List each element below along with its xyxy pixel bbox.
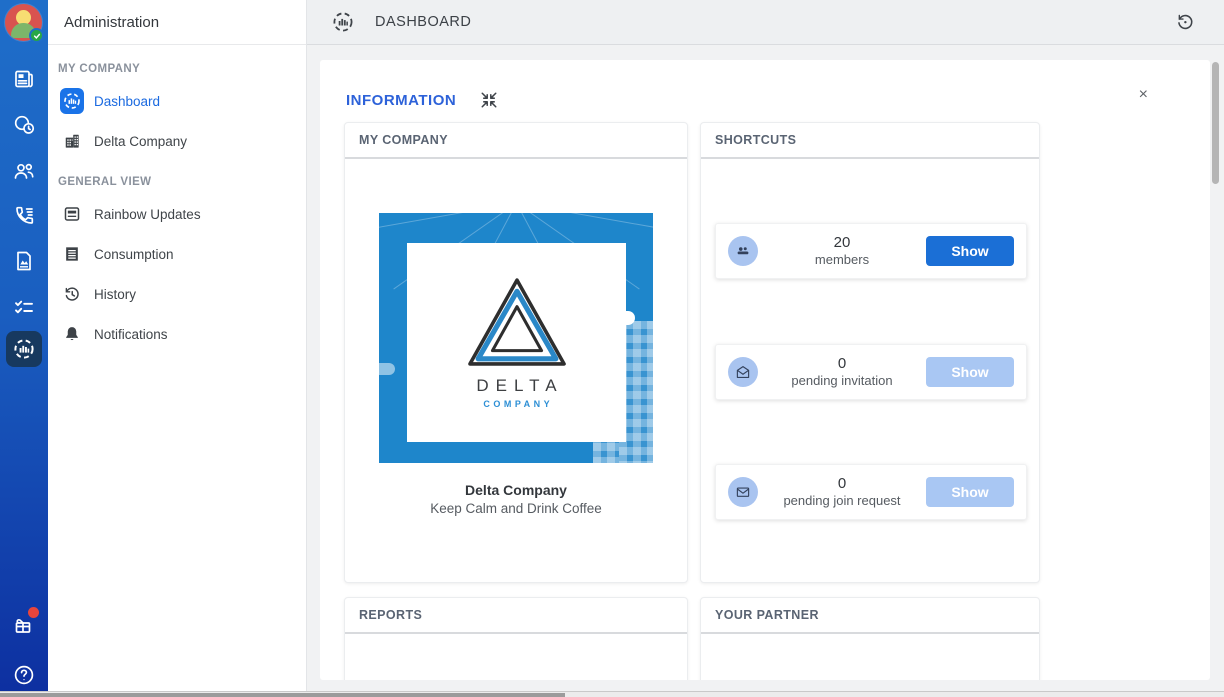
members-count: 20 (758, 234, 926, 253)
sidebar-item-consumption[interactable]: Consumption (48, 234, 307, 274)
window-scrollbar-track (0, 691, 1224, 697)
card-title: YOUR PARTNER (701, 598, 1039, 634)
contacts-icon (12, 159, 36, 183)
your-partner-card: YOUR PARTNER (700, 597, 1040, 680)
shortcut-members-row: 20 members Show (715, 223, 1027, 279)
sidebar-item-label: Notifications (94, 327, 168, 342)
sidebar-item-label: History (94, 287, 136, 302)
page-header: DASHBOARD (307, 0, 1224, 45)
show-pending-invitation-button[interactable]: Show (926, 357, 1014, 387)
reports-card: REPORTS (344, 597, 688, 680)
logo-subword: COMPANY (480, 399, 553, 409)
logo-word: DELTA (469, 376, 563, 396)
close-icon[interactable]: × (1139, 86, 1148, 104)
information-title: INFORMATION (346, 92, 456, 109)
my-company-card: MY COMPANY (344, 122, 688, 583)
building-icon (60, 129, 84, 153)
news-icon (12, 67, 36, 91)
show-members-button[interactable]: Show (926, 236, 1014, 266)
help-icon (12, 663, 36, 687)
rail-dashboard-button[interactable] (6, 331, 42, 367)
pending-invitation-count: 0 (758, 355, 926, 374)
sidebar-item-notifications[interactable]: Notifications (48, 314, 307, 354)
history-refresh-icon[interactable] (1174, 11, 1196, 33)
main-content: INFORMATION × MY COMPANY (307, 45, 1224, 691)
pending-join-request-label: pending join request (758, 493, 926, 509)
bell-icon (60, 322, 84, 346)
window-scrollbar-thumb[interactable] (0, 693, 565, 697)
pending-join-request-count: 0 (758, 475, 926, 494)
sidebar-item-label: Rainbow Updates (94, 207, 201, 222)
sidebar-item-label: Consumption (94, 247, 174, 262)
shortcut-pending-join-request-row: 0 pending join request Show (715, 464, 1027, 520)
envelope-icon (728, 477, 758, 507)
pending-invitation-label: pending invitation (758, 373, 926, 389)
sidebar-item-dashboard[interactable]: Dashboard (48, 81, 307, 121)
sidebar-item-rainbow-updates[interactable]: Rainbow Updates (48, 194, 307, 234)
shortcuts-card: SHORTCUTS 20 members Show (700, 122, 1040, 583)
checklist-icon (12, 295, 36, 319)
dashboard-icon (60, 89, 84, 113)
company-banner: DELTA COMPANY (379, 213, 653, 463)
user-avatar[interactable] (5, 4, 42, 41)
company-slogan: Keep Calm and Drink Coffee (345, 501, 687, 516)
sidebar-title: Administration (48, 0, 306, 45)
section-my-company: MY COMPANY (58, 63, 140, 75)
open-envelope-icon (728, 357, 758, 387)
rail-help-button[interactable] (0, 657, 48, 693)
collapse-icon[interactable] (480, 91, 498, 109)
history-icon (60, 282, 84, 306)
card-title: SHORTCUTS (701, 123, 1039, 159)
information-widget: INFORMATION × MY COMPANY (320, 60, 1210, 680)
consumption-icon (60, 242, 84, 266)
sidebar-item-history[interactable]: History (48, 274, 307, 314)
rail-documents-button[interactable] (0, 243, 48, 279)
page-title: DASHBOARD (375, 14, 471, 30)
report-file-icon (12, 249, 36, 273)
admin-app: Administration MY COMPANY Dashboard (0, 0, 1224, 697)
sidebar-item-delta-company[interactable]: Delta Company (48, 121, 307, 161)
call-log-icon (12, 204, 36, 228)
company-logo: DELTA COMPANY (407, 243, 626, 442)
card-title: REPORTS (345, 598, 687, 634)
section-general-view: GENERAL VIEW (58, 176, 151, 188)
members-label: members (758, 252, 926, 268)
dashboard-icon (331, 10, 355, 34)
rail-contacts-button[interactable] (0, 153, 48, 189)
conversations-icon (12, 113, 36, 137)
admin-sidebar: Administration MY COMPANY Dashboard (48, 0, 307, 691)
rail-news-button[interactable] (0, 61, 48, 97)
rail-calls-button[interactable] (0, 198, 48, 234)
sidebar-item-label: Dashboard (94, 94, 160, 109)
vertical-scrollbar-thumb[interactable] (1212, 62, 1219, 184)
company-name: Delta Company (345, 482, 687, 498)
rail-conversations-button[interactable] (0, 107, 48, 143)
rail-whats-new-button[interactable] (0, 607, 48, 643)
show-pending-join-request-button[interactable]: Show (926, 477, 1014, 507)
icon-rail (0, 0, 48, 697)
dashboard-icon (12, 337, 36, 361)
card-title: MY COMPANY (345, 123, 687, 159)
updates-icon (60, 202, 84, 226)
presence-check-icon (29, 28, 44, 43)
sidebar-item-label: Delta Company (94, 134, 187, 149)
members-icon (728, 236, 758, 266)
rail-tasks-button[interactable] (0, 289, 48, 325)
shortcut-pending-invitation-row: 0 pending invitation Show (715, 344, 1027, 400)
notification-badge (28, 607, 39, 618)
delta-triangle-logo-icon (465, 276, 569, 368)
